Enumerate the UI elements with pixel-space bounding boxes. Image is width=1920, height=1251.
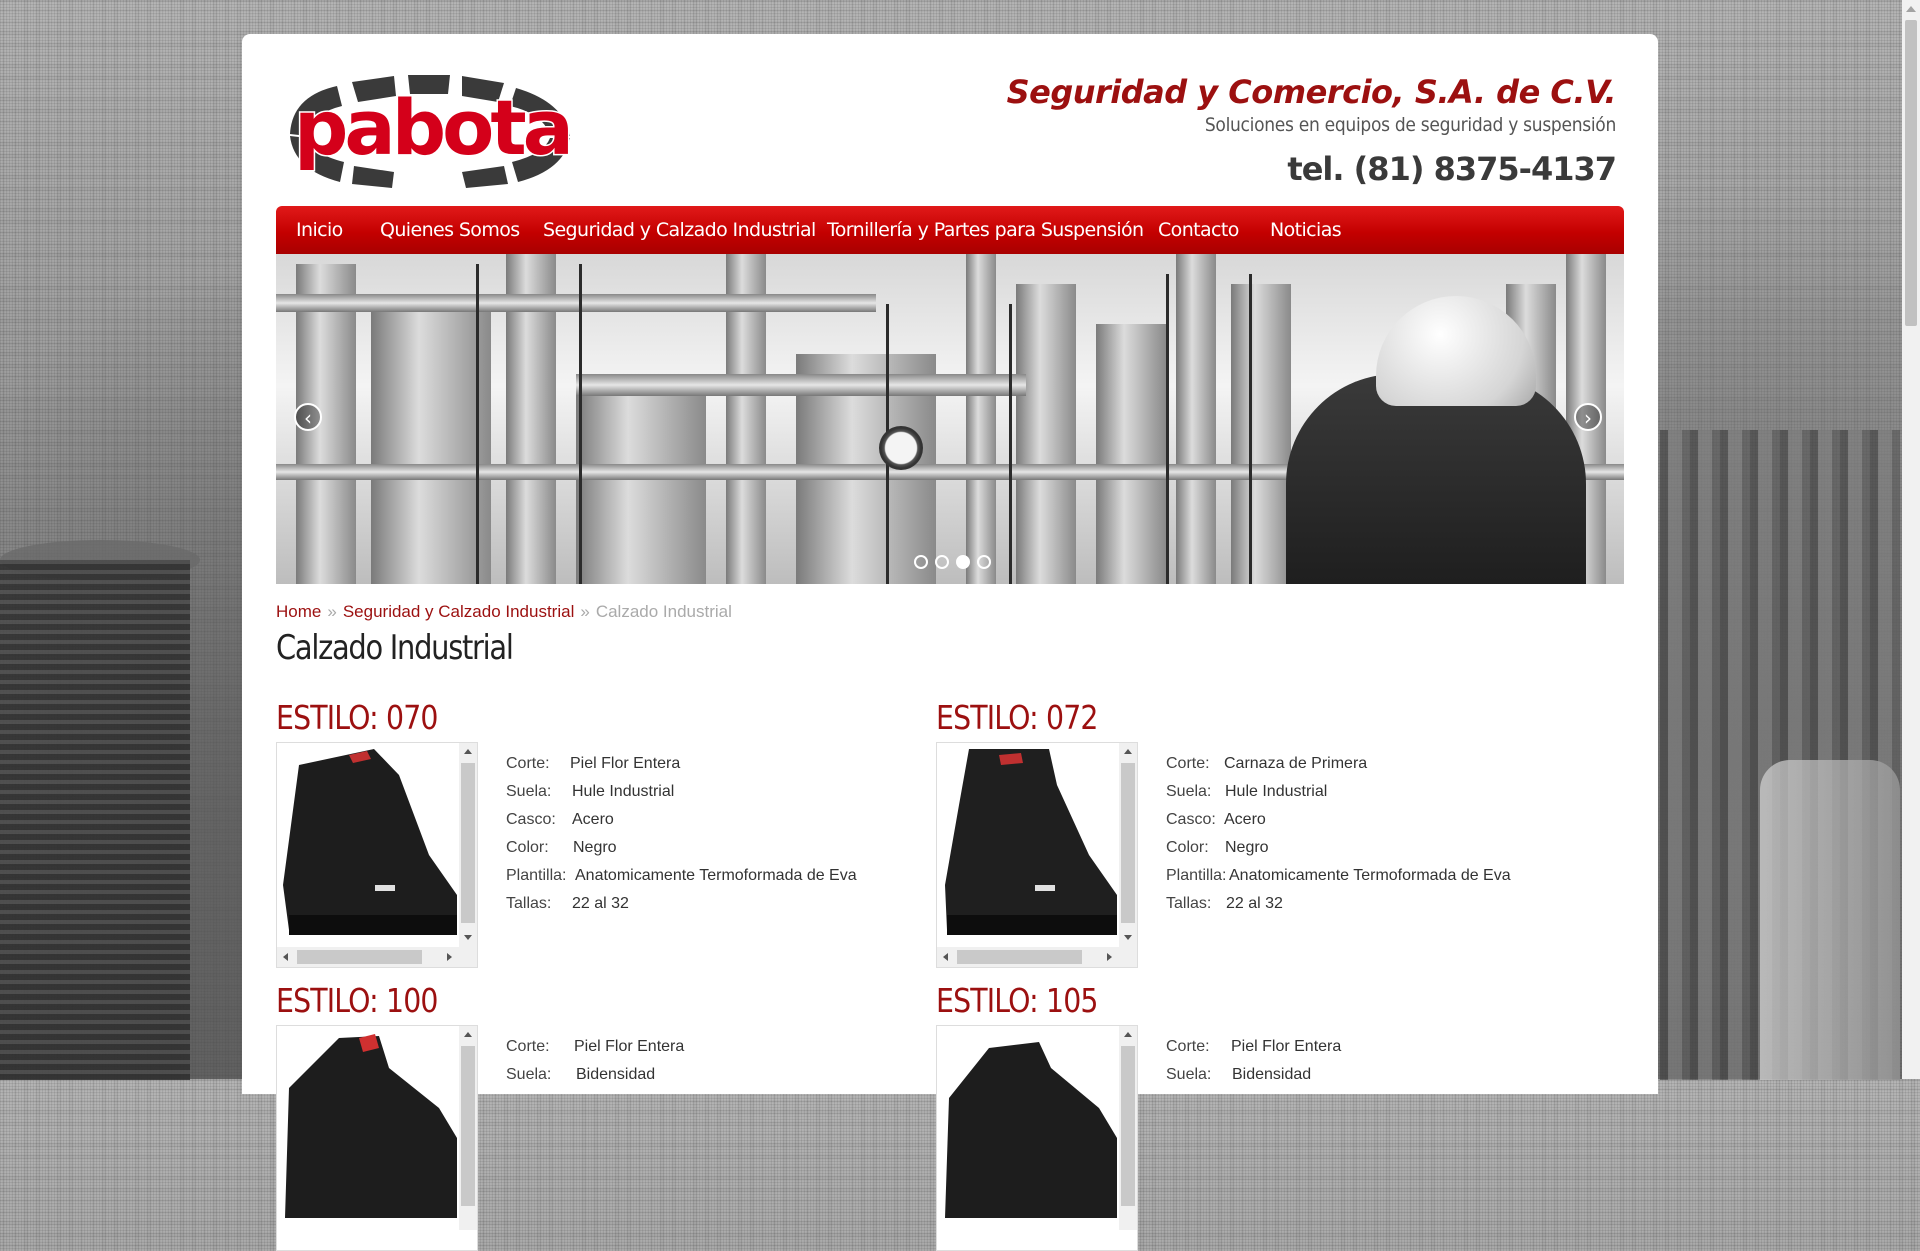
- product-card: ESTILO: 105 Corte: Piel Flor Entera Suela…: [936, 981, 1576, 1251]
- image-vertical-scrollbar[interactable]: [459, 743, 477, 947]
- product-image-frame[interactable]: [936, 742, 1138, 968]
- spec-value: Piel Flor Entera: [570, 755, 681, 772]
- product-specs: Corte: Piel Flor Entera Suela: Bidensidad: [506, 1033, 684, 1089]
- slider-dot-1[interactable]: [914, 555, 928, 569]
- boot-image: [279, 1028, 459, 1224]
- spec-value: Carnaza de Primera: [1224, 755, 1368, 772]
- company-slogan: Soluciones en equipos de seguridad y sus…: [1204, 114, 1616, 136]
- chevron-left-icon: ‹: [304, 406, 312, 430]
- company-phone: tel. (81) 8375-4137: [1287, 150, 1617, 188]
- spec-label: Suela:: [1166, 783, 1212, 800]
- spec-label: Corte:: [1166, 1038, 1210, 1055]
- spec-value: Bidensidad: [1232, 1066, 1312, 1083]
- page-title: Calzado Industrial: [276, 628, 514, 668]
- spec-value: Piel Flor Entera: [574, 1038, 685, 1055]
- nav-item-contacto[interactable]: Contacto: [1158, 206, 1239, 254]
- spec-label: Corte:: [1166, 755, 1210, 772]
- boot-image: [279, 745, 459, 941]
- slider-dot-3[interactable]: [956, 555, 970, 569]
- spec-label: Corte:: [506, 755, 550, 772]
- spec-label: Suela:: [1166, 1066, 1212, 1083]
- spec-value: Negro: [573, 839, 617, 856]
- product-specs: Corte: Piel Flor Entera Suela: Bidensidad: [1166, 1033, 1341, 1089]
- slider-prev-button[interactable]: ‹: [294, 403, 322, 431]
- background-tank-right: [1760, 760, 1900, 1080]
- spec-value: Hule Industrial: [1225, 783, 1328, 800]
- spec-value: 22 al 32: [1226, 895, 1283, 912]
- slider-next-button[interactable]: ›: [1574, 403, 1602, 431]
- nav-item-quienes-somos[interactable]: Quienes Somos: [380, 206, 520, 254]
- window-scrollbar[interactable]: [1902, 0, 1920, 1079]
- window-scrollbar-thumb[interactable]: [1905, 20, 1917, 326]
- spec-value: 22 al 32: [572, 895, 629, 912]
- main-nav: Inicio Quienes Somos Seguridad y Calzado…: [276, 206, 1624, 254]
- spec-label: Color:: [1166, 839, 1209, 856]
- boot-image: [939, 1028, 1119, 1224]
- product-title: ESTILO: 105: [936, 981, 1098, 1020]
- spec-value: Acero: [1224, 811, 1266, 828]
- spec-value: Anatomicamente Termoformada de Eva: [1229, 867, 1511, 884]
- scroll-up-icon[interactable]: [1906, 6, 1916, 12]
- spec-label: Corte:: [506, 1038, 550, 1055]
- spec-label: Tallas:: [506, 895, 552, 912]
- boot-image: [939, 745, 1119, 941]
- spec-label: Suela:: [506, 1066, 552, 1083]
- company-name: Seguridad y Comercio, S.A. de C.V.: [1006, 73, 1617, 111]
- image-horizontal-scrollbar[interactable]: [937, 947, 1137, 967]
- spec-value: Acero: [572, 811, 614, 828]
- pabota-logo[interactable]: pabota: [282, 74, 577, 189]
- company-info: Seguridad y Comercio, S.A. de C.V. Soluc…: [1006, 72, 1617, 188]
- spec-value: Bidensidad: [576, 1066, 656, 1083]
- product-card: ESTILO: 100 Corte: Piel Flor Entera Suela…: [276, 981, 916, 1251]
- spec-label: Color:: [506, 839, 549, 856]
- spec-label: Plantilla:: [506, 867, 567, 884]
- breadcrumb-separator: »: [580, 602, 590, 621]
- image-horizontal-scrollbar[interactable]: [277, 947, 477, 967]
- hero-slider[interactable]: ‹ ›: [276, 254, 1624, 584]
- breadcrumb-current: Calzado Industrial: [595, 602, 732, 621]
- product-specs: Corte: Piel Flor Entera Suela: Hule Indust…: [506, 750, 857, 918]
- spec-value: Negro: [1225, 839, 1269, 856]
- image-vertical-scrollbar[interactable]: [1119, 743, 1137, 947]
- breadcrumb: Home » Seguridad y Calzado Industrial » Calz…: [276, 602, 732, 622]
- image-vertical-scrollbar[interactable]: [459, 1026, 477, 1230]
- product-card: ESTILO: 072 Corte: Carnaza de Primera Sue…: [936, 698, 1576, 968]
- breadcrumb-separator: »: [327, 602, 337, 621]
- product-image-frame[interactable]: [276, 1025, 478, 1251]
- product-specs: Corte: Carnaza de Primera Suela: Hule Indu…: [1166, 750, 1511, 918]
- product-image-frame[interactable]: [276, 742, 478, 968]
- spec-value: Anatomicamente Termoformada de Eva: [575, 867, 857, 884]
- background-tank: [0, 560, 190, 1080]
- logo-text: pabota: [294, 83, 570, 172]
- nav-item-tornilleria[interactable]: Tornillería y Partes para Suspensión: [827, 206, 1144, 254]
- spec-label: Casco:: [1166, 811, 1216, 828]
- spec-label: Plantilla:: [1166, 867, 1227, 884]
- spec-label: Suela:: [506, 783, 552, 800]
- spec-label: Casco:: [506, 811, 556, 828]
- spec-label: Tallas:: [1166, 895, 1212, 912]
- slider-dot-2[interactable]: [935, 555, 949, 569]
- nav-item-noticias[interactable]: Noticias: [1270, 206, 1342, 254]
- spec-value: Hule Industrial: [572, 783, 675, 800]
- chevron-right-icon: ›: [1584, 406, 1592, 430]
- product-title: ESTILO: 100: [276, 981, 438, 1020]
- breadcrumb-section[interactable]: Seguridad y Calzado Industrial: [343, 602, 575, 621]
- product-title: ESTILO: 072: [936, 698, 1098, 737]
- image-vertical-scrollbar[interactable]: [1119, 1026, 1137, 1230]
- breadcrumb-home[interactable]: Home: [276, 602, 321, 621]
- page-container: pabota Seguridad y Comercio, S.A. de C.V…: [242, 34, 1658, 1251]
- product-card: ESTILO: 070 Corte: Piel Flor Entera Suela…: [276, 698, 916, 968]
- slider-dot-4[interactable]: [977, 555, 991, 569]
- slider-pagination: [914, 555, 998, 574]
- nav-item-inicio[interactable]: Inicio: [296, 206, 343, 254]
- nav-item-seguridad-calzado[interactable]: Seguridad y Calzado Industrial: [543, 206, 816, 254]
- product-image-frame[interactable]: [936, 1025, 1138, 1251]
- product-title: ESTILO: 070: [276, 698, 438, 737]
- spec-value: Piel Flor Entera: [1231, 1038, 1342, 1055]
